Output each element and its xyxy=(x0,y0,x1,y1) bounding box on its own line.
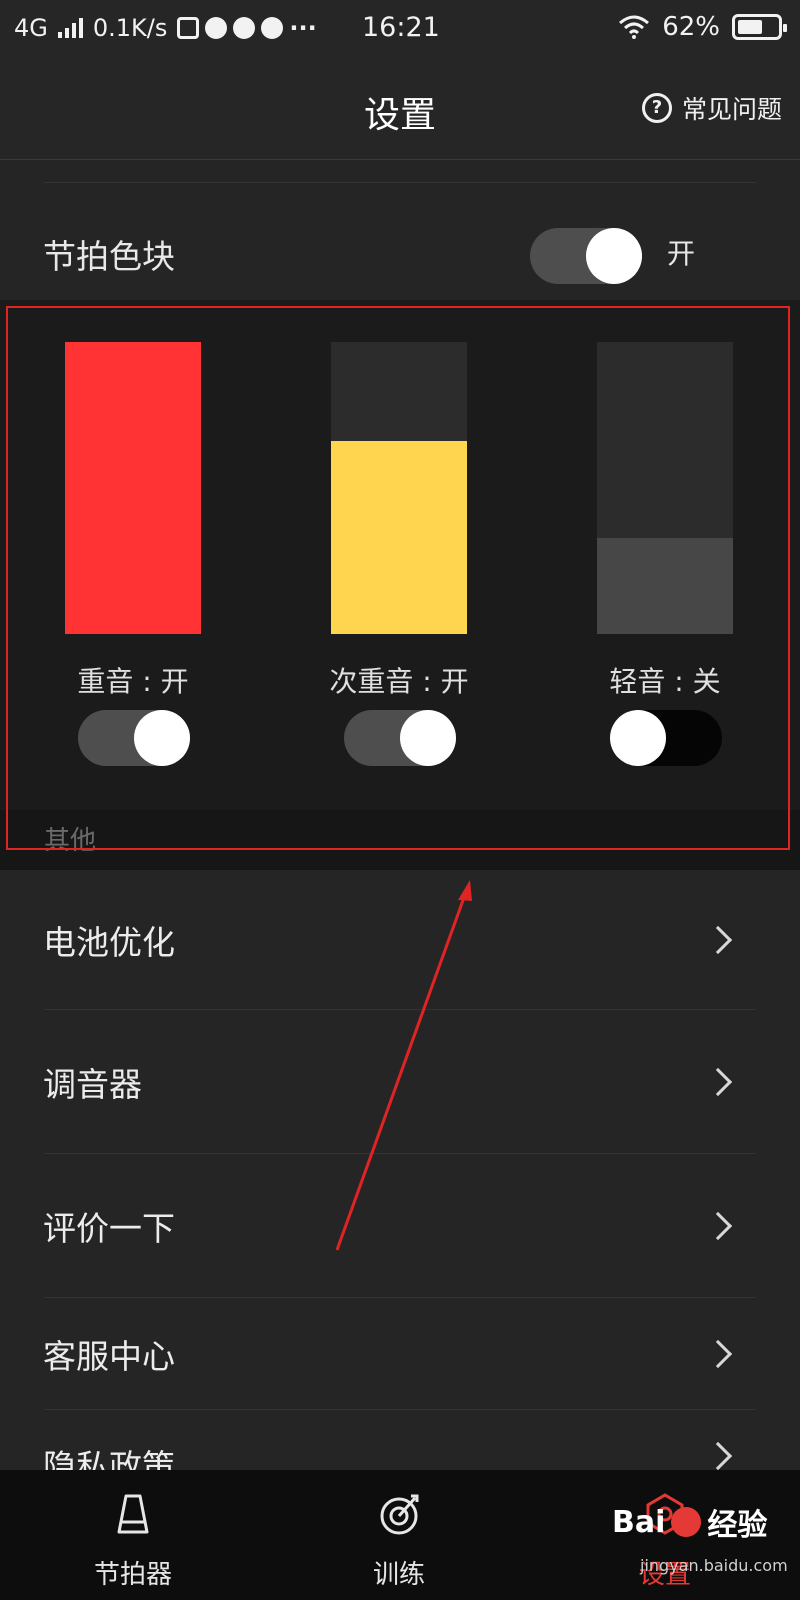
list-item-battery-optimization[interactable]: 电池优化 xyxy=(0,870,800,1010)
settings-list: 电池优化 调音器 评价一下 客服中心 隐私政策 xyxy=(0,870,800,1470)
battery-percent: 62% xyxy=(662,12,720,42)
faq-button[interactable]: ? 常见问题 xyxy=(641,90,782,126)
paw-logo-icon xyxy=(671,1507,702,1537)
tab-training[interactable]: 训练 xyxy=(266,1470,532,1600)
list-item-customer-service[interactable]: 客服中心 xyxy=(0,1298,800,1410)
metronome-icon xyxy=(117,1494,149,1534)
watermark-brand: Bai xyxy=(612,1504,666,1540)
annotation-highlight-box xyxy=(6,306,790,850)
app-notification-icon xyxy=(233,17,256,39)
toggle-knob xyxy=(586,228,642,284)
tab-label: 训练 xyxy=(372,1560,425,1590)
beat-color-label: 节拍色块 xyxy=(43,237,175,276)
target-icon xyxy=(380,1494,419,1535)
beat-color-state: 开 xyxy=(667,237,696,270)
clock: 16:21 xyxy=(362,12,440,43)
faq-label: 常见问题 xyxy=(681,95,782,124)
status-right: 62% xyxy=(618,12,787,42)
app-notification-icon xyxy=(205,17,228,39)
app-notification-icon xyxy=(177,17,200,39)
battery-icon xyxy=(732,14,787,40)
network-type: 4G xyxy=(14,14,48,42)
status-left: 4G 0.1K/s ··· xyxy=(14,14,317,42)
nav-bar: 设置 ? 常见问题 xyxy=(0,56,800,160)
chevron-right-icon xyxy=(703,1211,733,1241)
baidu-watermark: Bai 经验 xyxy=(612,1500,767,1544)
tab-metronome[interactable]: 节拍器 xyxy=(0,1470,266,1600)
wifi-icon xyxy=(619,15,650,39)
battery-level xyxy=(738,20,762,34)
chevron-right-icon xyxy=(703,1339,733,1369)
list-item-label: 评价一下 xyxy=(43,1209,175,1248)
status-bar: 4G 0.1K/s ··· 16:21 62% xyxy=(0,0,800,56)
watermark-url: jingyan.baidu.com xyxy=(640,1556,788,1575)
more-notifications-icon: ··· xyxy=(289,14,317,42)
cloud-icon xyxy=(261,17,284,39)
chevron-right-icon xyxy=(703,1067,733,1097)
list-item-rate-us[interactable]: 评价一下 xyxy=(0,1154,800,1298)
list-item-label: 调音器 xyxy=(43,1065,142,1104)
tab-label: 节拍器 xyxy=(93,1560,172,1590)
list-item-tuner[interactable]: 调音器 xyxy=(0,1010,800,1154)
chevron-right-icon xyxy=(703,925,733,955)
notification-icons: ··· xyxy=(177,14,317,42)
help-icon: ? xyxy=(641,93,672,123)
beat-color-row: 节拍色块 开 xyxy=(0,210,800,300)
divider xyxy=(44,182,756,183)
list-item-privacy-policy[interactable]: 隐私政策 xyxy=(0,1410,800,1470)
network-speed: 0.1K/s xyxy=(92,14,168,42)
beat-color-toggle[interactable] xyxy=(530,228,642,284)
chevron-right-icon xyxy=(703,1441,733,1470)
list-item-label: 电池优化 xyxy=(43,923,175,962)
list-item-label: 隐私政策 xyxy=(43,1447,175,1470)
watermark-brand-tail: 经验 xyxy=(707,1508,768,1543)
signal-icon xyxy=(57,18,83,38)
list-item-label: 客服中心 xyxy=(43,1337,175,1376)
